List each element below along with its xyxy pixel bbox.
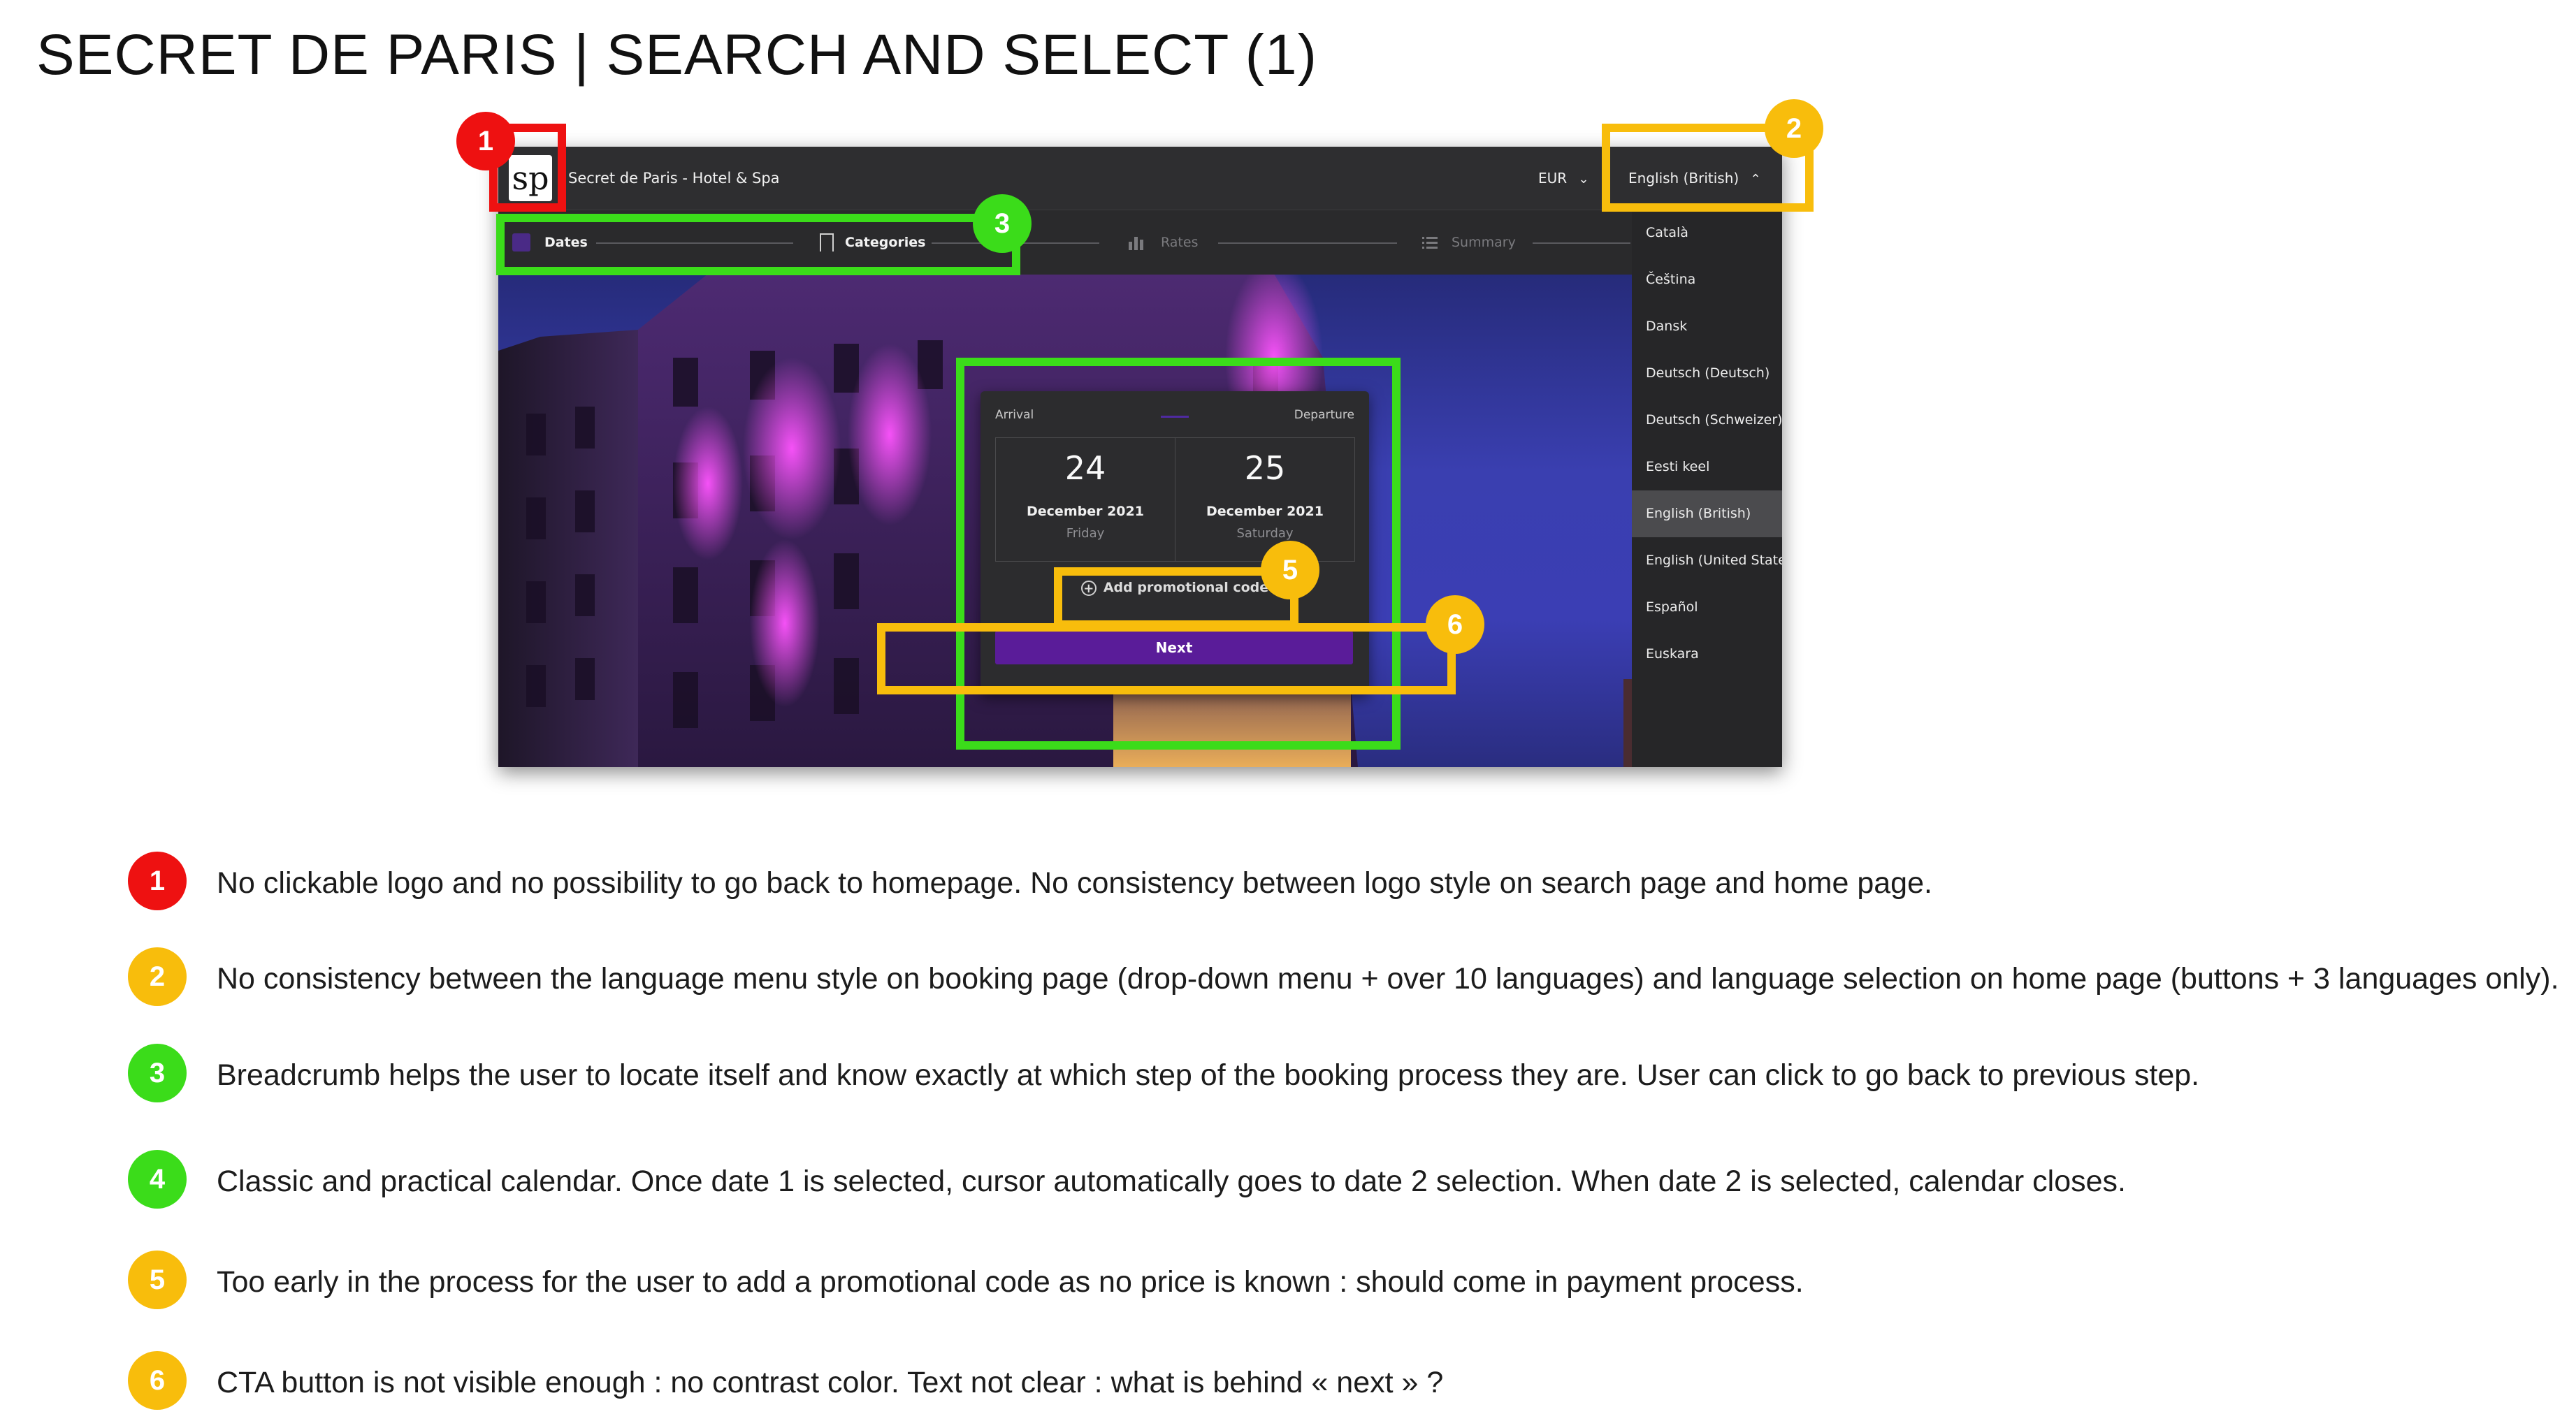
currency-selector[interactable]: EUR ⌄ [1538,147,1589,211]
hotel-name: Secret de Paris - Hotel & Spa [568,170,780,187]
note-marker: 3 [128,1044,187,1102]
language-option[interactable]: Euskara [1632,631,1782,678]
note-item: 5 Too early in the process for the user … [128,1251,2546,1313]
language-option-selected[interactable]: English (British) [1632,490,1782,537]
language-option[interactable]: English (United States) [1632,537,1782,584]
marker-6: 6 [1426,595,1484,654]
language-option[interactable]: Dansk [1632,303,1782,350]
note-item: 4 Classic and practical calendar. Once d… [128,1150,2546,1213]
step-rates[interactable]: Rates [1161,210,1198,275]
note-marker: 6 [128,1351,187,1410]
page-title: SECRET DE PARIS | SEARCH AND SELECT (1) [36,23,1317,87]
note-item: 2 No consistency between the language me… [128,947,2559,1010]
marker-5: 5 [1261,541,1319,599]
list-icon [1421,233,1439,252]
step-connector [1218,242,1397,244]
step-connector [1533,242,1630,244]
note-text: Too early in the process for the user to… [217,1265,1804,1299]
note-item: 3 Breadcrumb helps the user to locate it… [128,1044,2546,1107]
currency-label: EUR [1538,170,1568,187]
marker-2: 2 [1765,99,1823,158]
language-option[interactable]: Čeština [1632,256,1782,303]
note-text: Classic and practical calendar. Once dat… [217,1165,2126,1198]
note-item: 1 No clickable logo and no possibility t… [128,852,2546,914]
note-marker: 5 [128,1251,187,1309]
note-item: 6 CTA button is not visible enough : no … [128,1351,2546,1414]
note-text: CTA button is not visible enough : no co… [217,1366,1444,1399]
language-option[interactable]: Español [1632,584,1782,631]
top-bar: sp Secret de Paris - Hotel & Spa EUR ⌄ E… [498,147,1782,210]
note-text: No consistency between the language menu… [217,962,2559,996]
note-text: No clickable logo and no possibility to … [217,866,1932,900]
language-option[interactable]: Deutsch (Deutsch) [1632,350,1782,397]
note-marker: 2 [128,947,187,1006]
language-dropdown: Català Čeština Dansk Deutsch (Deutsch) D… [1632,210,1782,767]
language-option[interactable]: Deutsch (Schweizer) [1632,397,1782,444]
language-option[interactable]: Eesti keel [1632,444,1782,490]
chevron-down-icon: ⌄ [1578,172,1589,187]
language-option[interactable]: Català [1632,210,1782,256]
marker-1: 1 [456,112,515,170]
step-summary[interactable]: Summary [1452,210,1516,275]
marker-3: 3 [973,194,1032,253]
note-marker: 1 [128,852,187,910]
highlight-box-3 [496,214,1020,275]
note-text: Breadcrumb helps the user to locate itse… [217,1058,2200,1092]
bar-chart-icon [1127,233,1145,252]
note-marker: 4 [128,1150,187,1209]
highlight-box-6 [877,623,1456,694]
